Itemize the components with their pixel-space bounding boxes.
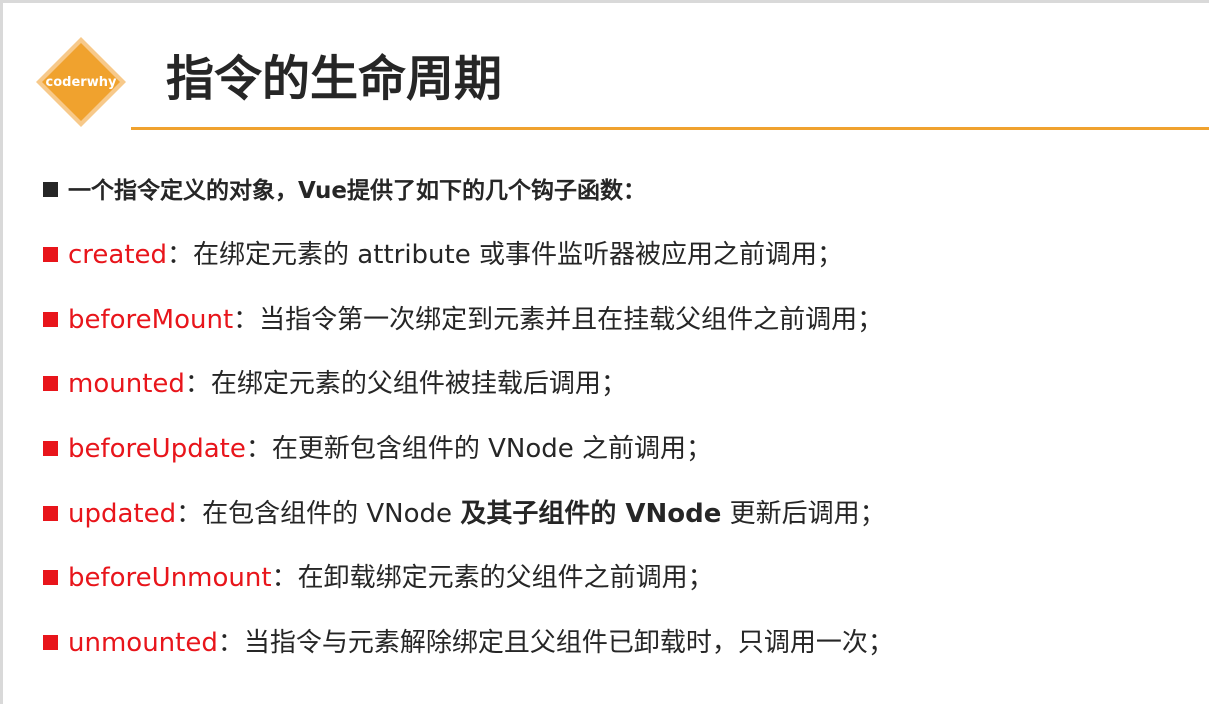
square-bullet-icon xyxy=(43,441,58,457)
hook-name: beforeUpdate xyxy=(68,434,246,465)
hook-name: unmounted xyxy=(68,628,218,659)
square-bullet-icon xyxy=(43,635,58,651)
square-bullet-icon xyxy=(43,505,58,521)
title-underline xyxy=(131,127,1209,130)
hook-description: ：在绑定元素的父组件被挂载后调用； xyxy=(184,369,627,400)
hook-description: ：当指令第一次绑定到元素并且在挂载父组件之前调用； xyxy=(233,304,884,335)
square-bullet-icon xyxy=(43,247,58,262)
list-item: beforeMount：当指令第一次绑定到元素并且在挂载父组件之前调用； xyxy=(43,302,894,367)
hook-name: created xyxy=(68,240,168,270)
square-bullet-icon xyxy=(43,376,58,392)
hook-name: beforeUnmount xyxy=(68,563,272,594)
intro-line: 一个指令定义的对象，Vue提供了如下的几个钩子函数： xyxy=(43,173,646,209)
intro-text: 一个指令定义的对象，Vue提供了如下的几个钩子函数： xyxy=(68,178,646,204)
hook-description: ：在卸载绑定元素的父组件之前调用； xyxy=(271,563,714,594)
hook-name: updated xyxy=(68,498,177,529)
list-item: beforeUnmount：在卸载绑定元素的父组件之前调用； xyxy=(43,560,894,625)
list-item: beforeUpdate：在更新包含组件的 VNode 之前调用； xyxy=(43,431,894,496)
list-item: updated：在包含组件的 VNode 及其子组件的 VNode 更新后调用； xyxy=(43,496,894,561)
page-title: 指令的生命周期 xyxy=(166,51,503,107)
hook-description-bold: 及其子组件的 VNode xyxy=(460,498,722,529)
hook-name: beforeMount xyxy=(68,304,234,335)
coderwhy-logo: coderwhy xyxy=(34,35,128,129)
list-item: unmounted：当指令与元素解除绑定且父组件已卸载时，只调用一次； xyxy=(43,625,894,690)
list-item: mounted：在绑定元素的父组件被挂载后调用； xyxy=(43,366,894,431)
square-bullet-icon xyxy=(43,311,58,327)
logo-text: coderwhy xyxy=(45,74,117,90)
hook-list: created：在绑定元素的 attribute 或事件监听器被应用之前调用； … xyxy=(43,237,894,690)
hook-description-tail: 更新后调用； xyxy=(721,498,886,529)
hook-description: ：在绑定元素的 attribute 或事件监听器被应用之前调用； xyxy=(167,240,843,270)
square-bullet-icon xyxy=(43,182,58,197)
hook-description: ：当指令与元素解除绑定且父组件已卸载时，只调用一次； xyxy=(217,628,894,659)
hook-description: ：在包含组件的 VNode xyxy=(176,498,461,529)
list-item: created：在绑定元素的 attribute 或事件监听器被应用之前调用； xyxy=(43,237,894,302)
hook-description: ：在更新包含组件的 VNode 之前调用； xyxy=(245,434,713,465)
hook-name: mounted xyxy=(68,369,185,400)
square-bullet-icon xyxy=(43,570,58,586)
slide: coderwhy 指令的生命周期 一个指令定义的对象，Vue提供了如下的几个钩子… xyxy=(0,0,1209,704)
